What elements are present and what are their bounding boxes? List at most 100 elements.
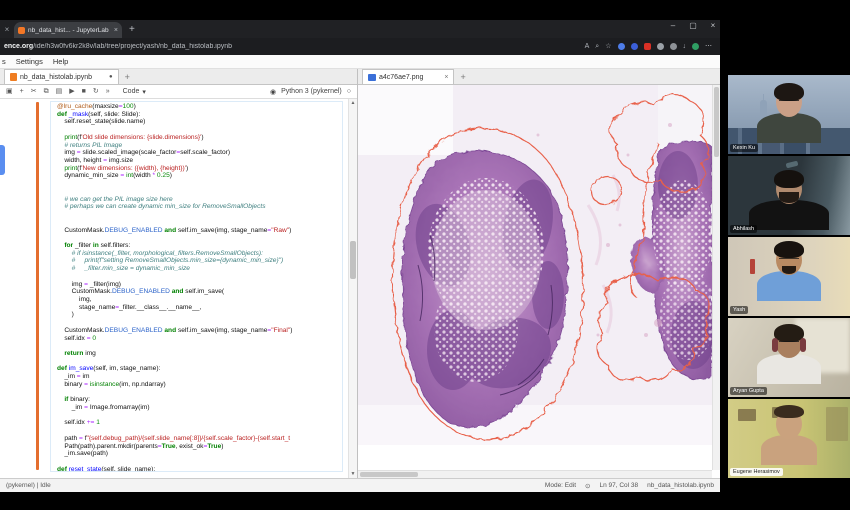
more-menu-icon[interactable]: ⋯ <box>705 43 712 50</box>
browser-tab-jupyterlab[interactable]: nb_data_hist... - JupyterLab × <box>14 22 122 38</box>
notebook-file-icon <box>10 73 17 81</box>
notebook-tabbar: nb_data_histolab.ipynb ● + <box>0 69 357 85</box>
participant-name: Kexin Ku <box>730 144 758 152</box>
image-horizontal-scrollbar[interactable] <box>358 470 712 478</box>
new-tab-button[interactable]: + <box>122 24 142 38</box>
scroll-up-icon[interactable]: ▲ <box>349 100 357 106</box>
save-icon[interactable]: ▣ <box>6 88 13 95</box>
browser-tab-title: nb_data_hist... - JupyterLab <box>28 27 111 34</box>
shelf-background <box>826 407 848 441</box>
participant-name: Aryan Gupta <box>730 387 767 395</box>
video-tile[interactable]: Aryan Gupta <box>728 318 850 397</box>
profile-avatar-icon[interactable] <box>692 43 699 50</box>
video-tile[interactable]: Yash <box>728 237 850 316</box>
cell-type-dropdown[interactable]: Code ▾ <box>123 88 146 96</box>
participant-name: Abhilash <box>730 225 757 233</box>
cursor-position[interactable]: Ln 97, Col 38 <box>599 482 638 489</box>
kernel-status-text[interactable]: (pykernel) | Idle <box>6 482 51 489</box>
participant-figure <box>749 174 829 230</box>
paste-cell-icon[interactable]: ▤ <box>56 88 63 95</box>
code-content[interactable]: @lru_cache(maxsize=100)def _mask(self, s… <box>57 103 342 471</box>
code-scrollbar[interactable]: ▲ ▼ <box>348 99 357 478</box>
minimize-icon[interactable]: – <box>668 21 678 30</box>
video-tile[interactable]: Eugene Herasimov <box>728 399 850 478</box>
ext-generic-icon[interactable] <box>657 43 664 50</box>
menu-fragment[interactable]: s <box>2 57 6 66</box>
debugger-bug-icon[interactable]: ◉ <box>270 88 276 96</box>
scrollbar-thumb[interactable] <box>350 241 356 279</box>
image-tab[interactable]: a4c76ae7.png × <box>362 69 454 84</box>
maximize-icon[interactable]: ▢ <box>688 21 698 30</box>
image-hscroll-thumb[interactable] <box>360 472 418 477</box>
cut-cell-icon[interactable]: ✂ <box>31 88 37 95</box>
image-vertical-scrollbar[interactable] <box>712 85 720 470</box>
active-cell-indicator <box>36 102 39 470</box>
video-tile[interactable]: Kexin Ku <box>728 75 850 154</box>
url-text[interactable]: ence.org/ide/h3w0fv6kr2k8v/lab/tree/proj… <box>4 43 585 50</box>
unsaved-dot-icon: ● <box>109 74 113 80</box>
image-tab-close-icon[interactable]: × <box>444 74 448 81</box>
partial-tab-close-icon[interactable]: × <box>0 25 14 38</box>
image-new-tab-button[interactable]: + <box>454 72 471 84</box>
kernel-name[interactable]: Python 3 (pykernel) <box>281 88 342 95</box>
cell-type-value: Code <box>123 88 140 95</box>
jupyterlab-menubar: s Settings Help <box>0 55 720 69</box>
histology-image-view[interactable] <box>358 85 720 478</box>
run-cell-icon[interactable]: ▶ <box>69 88 74 95</box>
code-editor[interactable]: @lru_cache(maxsize=100)def _mask(self, s… <box>0 99 357 478</box>
favorites-icon[interactable]: ☆ <box>605 43 611 50</box>
menu-settings[interactable]: Settings <box>16 57 43 66</box>
video-call-stage: × nb_data_hist... - JupyterLab × + – ▢ × e… <box>0 0 850 510</box>
notebook-toolbar: ▣ + ✂ ⧉ ▤ ▶ ■ ↻ » Code ▾ ◉ Python 3 (pykernel) ○ <box>0 85 357 99</box>
wall-lamp <box>786 161 799 169</box>
jupyterlab-statusbar: (pykernel) | Idle Mode: Edit ⊙ Ln 97, Co… <box>0 478 720 492</box>
search-icon[interactable]: ⌕ <box>595 43 599 50</box>
url-domain: ence.org <box>4 43 33 50</box>
addressbar-icons: A ⌕ ☆ ↓ ⋯ <box>585 43 712 50</box>
red-object-background <box>750 259 755 274</box>
add-cell-icon[interactable]: + <box>20 88 24 95</box>
image-vscroll-thumb[interactable] <box>714 87 719 157</box>
participant-name: Yash <box>730 306 748 314</box>
jupyter-favicon <box>18 27 25 34</box>
url-path: /ide/h3w0fv6kr2k8v/lab/tree/project/yash… <box>33 43 232 50</box>
ext-adblock-icon[interactable] <box>644 43 651 50</box>
ext-translate-icon[interactable] <box>618 43 625 50</box>
run-all-icon[interactable]: » <box>106 88 110 95</box>
picture-frame <box>738 409 756 421</box>
stop-kernel-icon[interactable]: ■ <box>82 88 86 95</box>
sessions-icon[interactable]: ⊙ <box>585 482 590 490</box>
participant-figure <box>757 87 821 143</box>
image-file-icon <box>368 74 376 81</box>
kernel-status-icon[interactable]: ○ <box>347 88 351 95</box>
tab-close-icon[interactable]: × <box>114 27 118 34</box>
browser-addressbar[interactable]: ence.org/ide/h3w0fv6kr2k8v/lab/tree/proj… <box>0 38 720 55</box>
jupyterlab-main: nb_data_histolab.ipynb ● + ▣ + ✂ ⧉ ▤ ▶ ■ ↻ » Cod… <box>0 69 720 478</box>
image-viewer-panel: a4c76ae7.png × + <box>358 69 720 478</box>
browser-window: × nb_data_hist... - JupyterLab × + – ▢ × e… <box>0 20 720 492</box>
browser-sidebar-handle[interactable] <box>0 145 5 175</box>
statusbar-filename: nb_data_histolab.ipynb <box>647 482 714 489</box>
read-aloud-icon[interactable]: A <box>585 43 590 50</box>
mode-indicator[interactable]: Mode: Edit <box>545 482 576 489</box>
new-launcher-button[interactable]: + <box>119 72 136 84</box>
notebook-tab[interactable]: nb_data_histolab.ipynb ● <box>4 69 119 84</box>
notebook-tab-label: nb_data_histolab.ipynb <box>20 74 92 81</box>
video-tile[interactable]: Abhilash <box>728 156 850 235</box>
image-tab-label: a4c76ae7.png <box>379 74 423 81</box>
participant-strip: Kexin Ku Abhilash <box>728 75 850 480</box>
extensions-puzzle-icon[interactable] <box>670 43 677 50</box>
scroll-down-icon[interactable]: ▼ <box>349 471 357 477</box>
participant-figure <box>761 409 817 465</box>
participant-figure <box>757 245 821 301</box>
ext-cloud-icon[interactable] <box>631 43 638 50</box>
participant-name: Eugene Herasimov <box>730 468 783 476</box>
close-icon[interactable]: × <box>708 21 718 30</box>
histology-slide-image <box>358 85 712 470</box>
toolbar-icons: ▣ + ✂ ⧉ ▤ ▶ ■ ↻ » <box>6 88 110 95</box>
menu-help[interactable]: Help <box>53 57 68 66</box>
copy-cell-icon[interactable]: ⧉ <box>44 88 49 95</box>
download-icon[interactable]: ↓ <box>683 43 687 50</box>
restart-kernel-icon[interactable]: ↻ <box>93 88 99 95</box>
notebook-panel: nb_data_histolab.ipynb ● + ▣ + ✂ ⧉ ▤ ▶ ■ ↻ » Cod… <box>0 69 358 478</box>
